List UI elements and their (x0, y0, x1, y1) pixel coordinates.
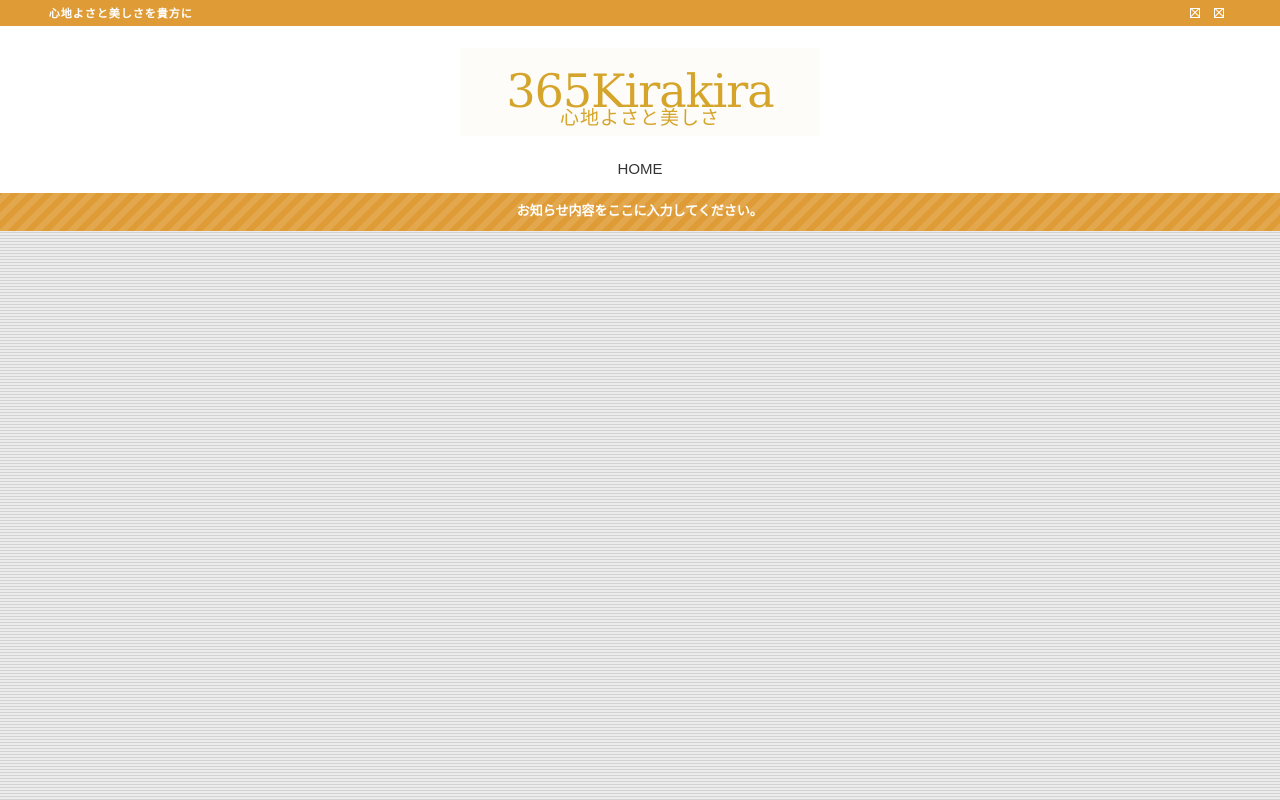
social-icons (1190, 8, 1224, 18)
missing-image-icon[interactable] (1190, 8, 1200, 18)
top-bar: 心地よさと美しさを貴方に (0, 0, 1280, 26)
nav-item-home[interactable]: HOME (618, 161, 663, 178)
logo-subtext: 心地よさと美しさ (559, 107, 720, 129)
site-tagline: 心地よさと美しさを貴方に (49, 7, 193, 20)
site-header: 365Kirakira 心地よさと美しさ HOME (0, 26, 1280, 193)
site-logo[interactable]: 365Kirakira 心地よさと美しさ (460, 48, 820, 136)
notice-text: お知らせ内容をここに入力してください。 (517, 204, 763, 219)
missing-image-icon[interactable] (1214, 8, 1224, 18)
notice-bar[interactable]: お知らせ内容をここに入力してください。 (0, 193, 1280, 231)
main-nav: HOME (0, 159, 1280, 180)
